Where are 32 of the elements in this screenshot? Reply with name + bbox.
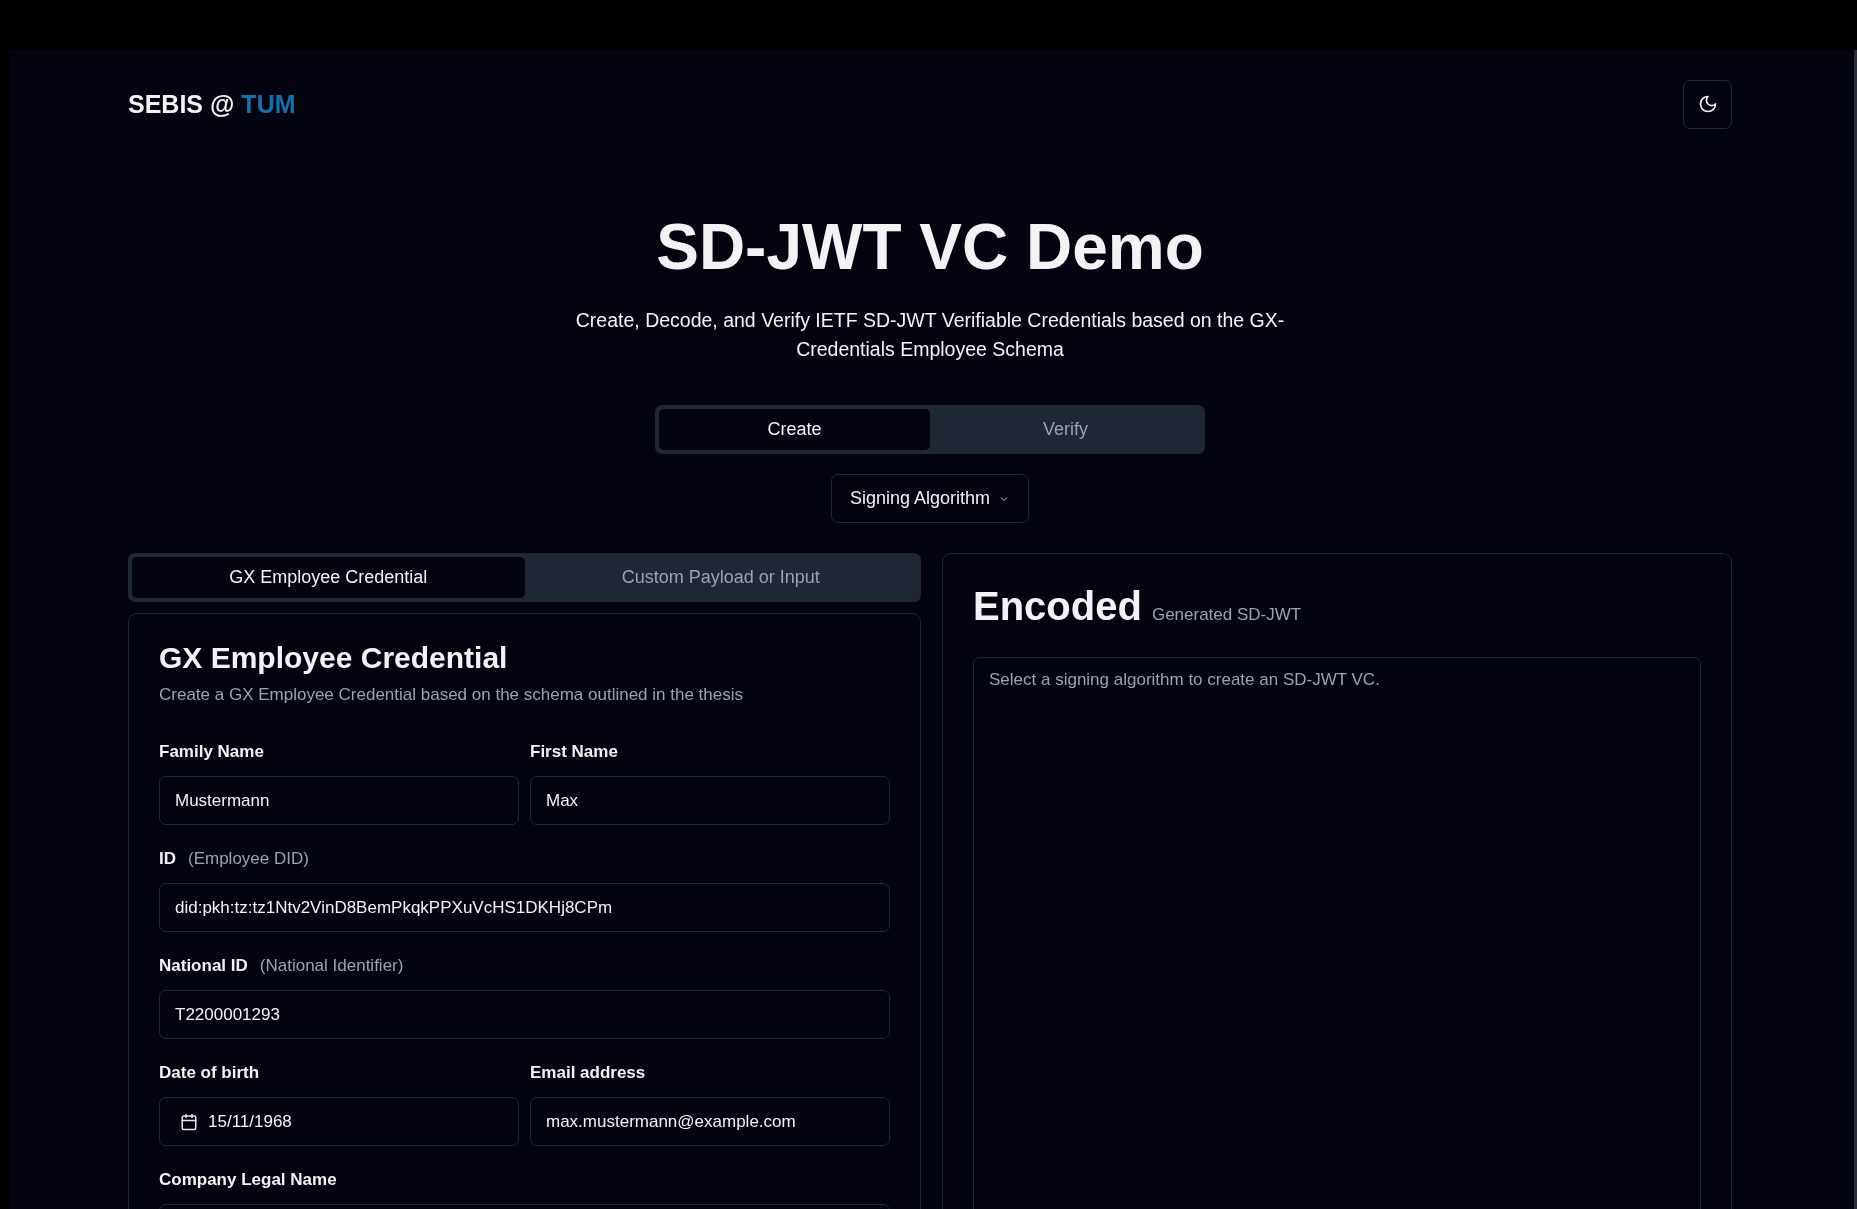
field-label: National ID [159, 956, 248, 976]
signing-algorithm-dropdown[interactable]: Signing Algorithm [830, 474, 1030, 523]
input-field[interactable]: Max [530, 776, 890, 825]
field-label: First Name [530, 742, 618, 762]
field-label: Date of birth [159, 1063, 260, 1083]
theme-toggle-button[interactable] [1683, 79, 1732, 129]
credential-tab[interactable]: Custom Payload or Input [524, 557, 917, 598]
encoded-title: Encoded [973, 583, 1142, 630]
encoded-output-field[interactable]: Select a signing algorithm to create an SD-JWT VC. [973, 657, 1701, 1209]
form-title: GX Employee Credential [159, 640, 509, 676]
input-field[interactable]: Mustermann [159, 776, 519, 825]
field-hint: (National Identifier) [259, 956, 404, 976]
input-field[interactable]: did:pkh:tz:tz1Ntv2VinD8BemPkqkPPXuVcHS1DKHj8CPm [159, 883, 890, 932]
form-description: Create a GX Employee Credential based on the schema outlined in the thesis [159, 684, 744, 706]
date-field[interactable]: 15/11/1968 [159, 1097, 519, 1146]
logo-accent: TUM [241, 89, 296, 119]
moon-icon [1697, 94, 1718, 114]
field-label: Email address [530, 1063, 646, 1083]
page-title: SD-JWT VC Demo [655, 210, 1205, 285]
field-label: Family Name [159, 742, 264, 762]
input-field[interactable]: max.mustermann@example.com [530, 1097, 890, 1146]
field-label: ID [159, 849, 176, 869]
encoded-subtitle: Generated SD-JWT [1151, 605, 1302, 625]
mode-tab[interactable]: Verify [930, 409, 1201, 450]
logo-text: SEBIS @ [128, 89, 235, 119]
input-field[interactable]: T2200001293 [159, 990, 890, 1039]
mode-tab[interactable]: Create [659, 409, 930, 450]
field-hint: (Employee DID) [188, 849, 309, 869]
credential-tab[interactable]: GX Employee Credential [132, 557, 525, 598]
calendar-icon [180, 1112, 198, 1131]
page-subtitle: Create, Decode, and Verify IETF SD-JWT Verifiable Credentials based on the GX-Credentials Employee Schema [574, 308, 1286, 362]
field-label: Company Legal Name [159, 1170, 337, 1190]
